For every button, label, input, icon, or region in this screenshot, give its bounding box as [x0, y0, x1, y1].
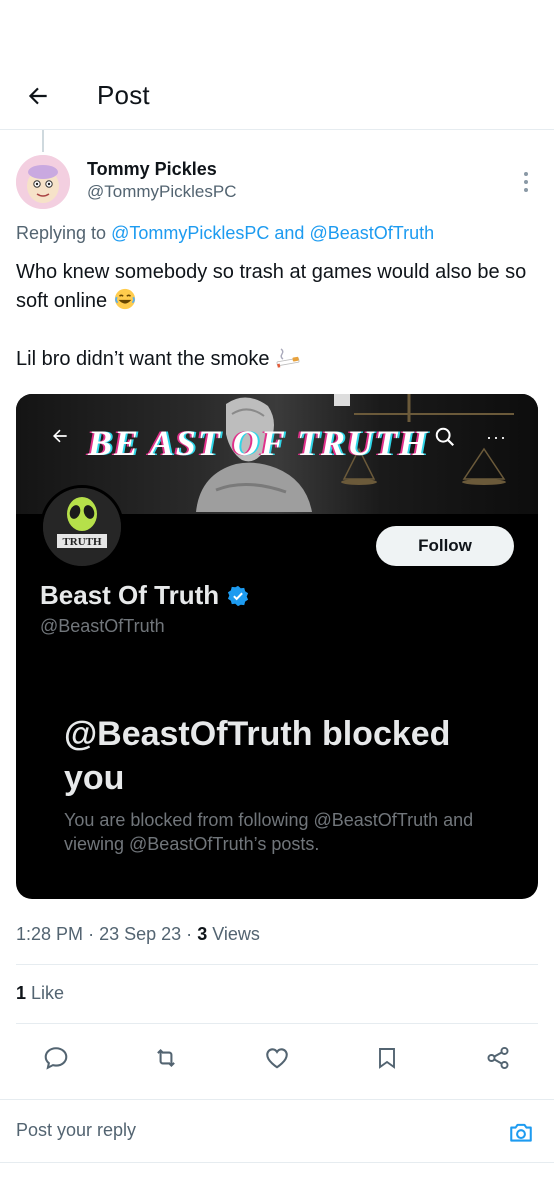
blocked-title: @BeastOfTruth blocked you — [64, 715, 451, 797]
avatar-text: TRUTH — [62, 536, 102, 548]
more-options-button[interactable] — [514, 167, 538, 197]
reply-button[interactable] — [40, 1042, 72, 1074]
tweet-text: Who knew somebody so trash at games woul… — [16, 258, 538, 374]
time: 1:28 PM — [16, 924, 84, 944]
page-title: Post — [97, 80, 150, 110]
follow-button: Follow — [376, 526, 514, 566]
profile-avatar: TRUTH — [40, 485, 124, 569]
banner-more-icon: ··· — [486, 427, 507, 447]
verified-badge-icon — [228, 585, 249, 606]
reply-icon — [44, 1047, 68, 1070]
tweet-image[interactable]: BE AST OF TRUTH ··· TRUTH Follow Beast O… — [16, 394, 538, 899]
action-bar — [0, 1038, 554, 1078]
back-button[interactable] — [22, 80, 54, 112]
thread-connector — [42, 130, 44, 152]
views-label: Views — [212, 924, 260, 944]
date: 23 Sep 23 — [99, 924, 182, 944]
likes-label: Like — [31, 983, 65, 1003]
alien-logo: TRUTH — [43, 488, 121, 566]
more-dots-icon — [524, 172, 528, 176]
likes-count[interactable]: 1 Like — [16, 983, 64, 1004]
banner-back-arrow-icon — [53, 429, 67, 443]
tweet-author: Tommy Pickles @TommyPicklesPC — [16, 155, 538, 211]
avatar[interactable] — [16, 155, 70, 209]
replying-to: Replying to @TommyPicklesPC and @BeastOf… — [16, 223, 434, 244]
like-icon — [266, 1048, 288, 1069]
tweet-timestamp: 1:28 PM · 23 Sep 23 · 3 Views — [16, 924, 260, 945]
author-name[interactable]: Tommy Pickles — [87, 159, 217, 180]
views-count: 3 — [197, 924, 208, 944]
avatar-image — [16, 155, 70, 209]
retweet-button[interactable] — [150, 1042, 182, 1074]
divider — [16, 1023, 538, 1024]
top-bar: Post — [0, 60, 554, 130]
divider — [16, 964, 538, 965]
like-button[interactable] — [261, 1042, 293, 1074]
profile-name-text: Beast Of Truth — [40, 580, 220, 610]
separator: · — [186, 924, 193, 944]
share-button[interactable] — [482, 1042, 514, 1074]
profile-name: Beast Of Truth — [40, 580, 249, 611]
bookmark-button[interactable] — [371, 1042, 403, 1074]
camera-button[interactable] — [506, 1118, 536, 1148]
replying-prefix: Replying to — [16, 223, 107, 243]
laughing-emoji-icon — [114, 288, 135, 310]
tweet-text-line2: Lil bro didn’t want the smoke — [16, 348, 270, 370]
likes-number: 1 — [16, 983, 27, 1003]
tweet-text-line1: Who knew somebody so trash at games woul… — [16, 261, 527, 312]
replying-and: and — [274, 223, 305, 243]
banner-search-icon — [435, 427, 455, 447]
share-icon — [487, 1046, 509, 1070]
cigarette-emoji-icon — [276, 348, 300, 368]
reply-composer — [0, 1099, 554, 1163]
retweet-icon — [157, 1048, 175, 1068]
separator: · — [88, 924, 95, 944]
bookmark-icon — [379, 1048, 395, 1069]
banner-title: BE AST OF TRUTH — [88, 423, 430, 463]
mention-link[interactable]: @BeastOfTruth — [309, 223, 434, 243]
blocked-description: You are blocked from following @BeastOfT… — [64, 810, 474, 854]
profile-handle: @BeastOfTruth — [40, 616, 165, 636]
reply-input[interactable] — [16, 1120, 456, 1141]
camera-icon — [510, 1123, 532, 1142]
mention-link[interactable]: @TommyPicklesPC — [111, 223, 269, 243]
author-handle: @TommyPicklesPC — [87, 182, 237, 201]
arrow-left-icon — [28, 87, 47, 105]
